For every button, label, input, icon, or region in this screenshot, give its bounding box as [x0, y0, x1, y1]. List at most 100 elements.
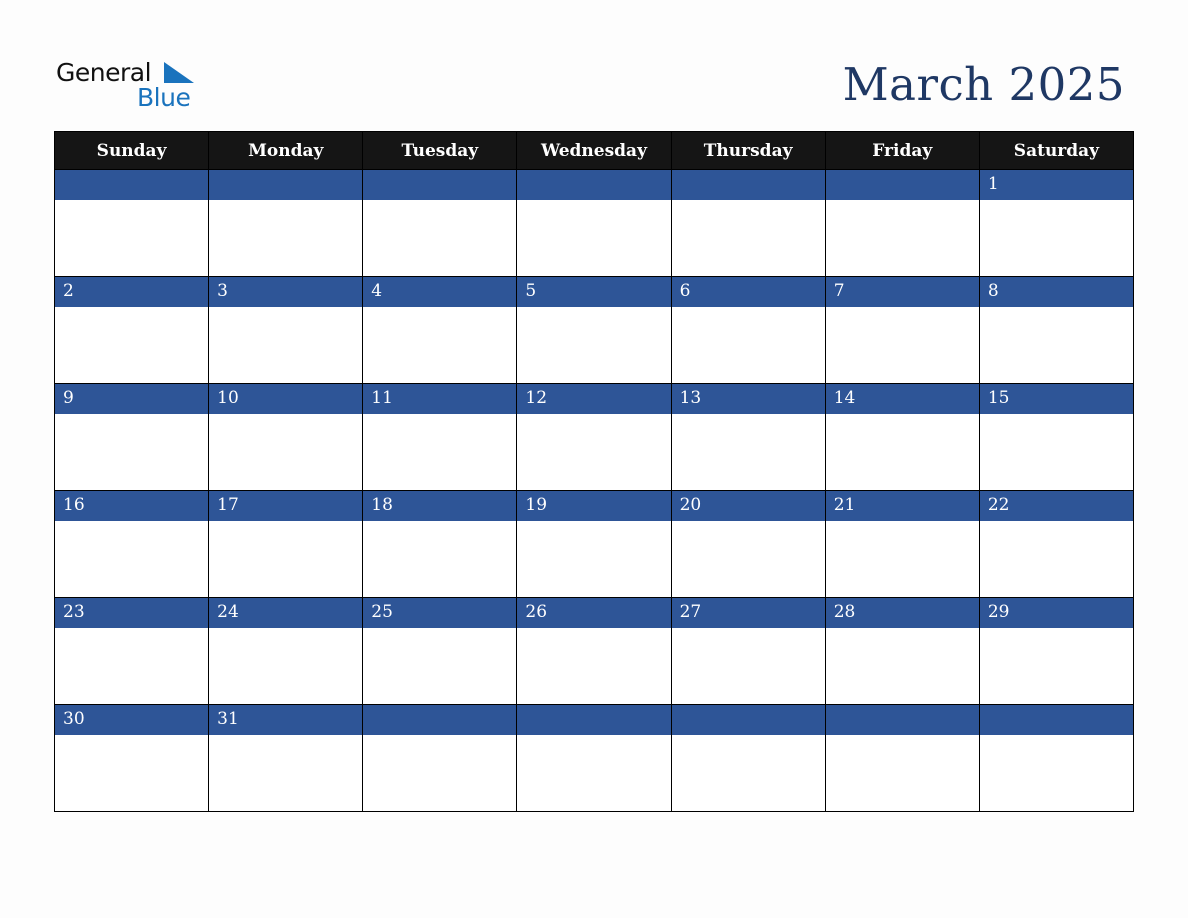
week-notes-row — [53, 735, 1135, 812]
week-date-band: 1 — [53, 169, 1135, 200]
triangle-flag-icon — [164, 62, 194, 83]
calendar-grid: Sunday Monday Tuesday Wednesday Thursday… — [53, 131, 1135, 812]
weekday-header: Monday — [208, 131, 364, 170]
day-number: 7 — [824, 276, 980, 307]
day-note-cell[interactable] — [208, 521, 364, 598]
day-note-cell[interactable] — [208, 735, 364, 812]
day-number: 26 — [516, 597, 672, 628]
day-number: 21 — [824, 490, 980, 521]
day-note-cell[interactable] — [516, 735, 672, 812]
day-number: 11 — [362, 383, 518, 414]
day-note-cell[interactable] — [53, 521, 210, 598]
day-note-cell[interactable] — [670, 414, 826, 491]
day-number: 29 — [978, 597, 1135, 628]
day-number: 17 — [208, 490, 364, 521]
day-note-cell[interactable] — [824, 735, 980, 812]
day-note-cell[interactable] — [978, 200, 1135, 277]
day-note-cell[interactable] — [516, 628, 672, 705]
day-note-cell[interactable] — [978, 628, 1135, 705]
day-number — [824, 169, 980, 200]
weekday-header: Saturday — [978, 131, 1135, 170]
week-date-band: 30 31 — [53, 704, 1135, 735]
day-number — [53, 169, 210, 200]
day-number — [516, 169, 672, 200]
day-number: 5 — [516, 276, 672, 307]
day-note-cell[interactable] — [670, 628, 826, 705]
weekday-header: Friday — [824, 131, 980, 170]
day-note-cell[interactable] — [670, 200, 826, 277]
day-number — [670, 169, 826, 200]
day-note-cell[interactable] — [824, 521, 980, 598]
weekday-header: Sunday — [53, 131, 210, 170]
weekday-header: Tuesday — [362, 131, 518, 170]
day-number: 4 — [362, 276, 518, 307]
weekday-header: Wednesday — [516, 131, 672, 170]
day-number: 30 — [53, 704, 210, 735]
day-number: 20 — [670, 490, 826, 521]
day-note-cell[interactable] — [978, 521, 1135, 598]
day-note-cell[interactable] — [53, 414, 210, 491]
day-note-cell[interactable] — [362, 521, 518, 598]
brand-logo: General Blue — [56, 58, 206, 113]
week-date-band: 23 24 25 26 27 28 29 — [53, 597, 1135, 628]
day-number: 28 — [824, 597, 980, 628]
day-note-cell[interactable] — [53, 628, 210, 705]
day-note-cell[interactable] — [824, 414, 980, 491]
day-number: 16 — [53, 490, 210, 521]
day-note-cell[interactable] — [53, 307, 210, 384]
day-note-cell[interactable] — [208, 628, 364, 705]
day-note-cell[interactable] — [53, 200, 210, 277]
week-notes-row — [53, 521, 1135, 598]
day-number: 10 — [208, 383, 364, 414]
day-number — [362, 169, 518, 200]
day-note-cell[interactable] — [516, 414, 672, 491]
day-note-cell[interactable] — [362, 307, 518, 384]
week-notes-row — [53, 200, 1135, 277]
day-note-cell[interactable] — [824, 628, 980, 705]
day-number: 23 — [53, 597, 210, 628]
day-number: 19 — [516, 490, 672, 521]
day-note-cell[interactable] — [670, 735, 826, 812]
day-number — [824, 704, 980, 735]
day-note-cell[interactable] — [824, 307, 980, 384]
day-note-cell[interactable] — [362, 414, 518, 491]
day-number — [978, 704, 1135, 735]
day-note-cell[interactable] — [208, 200, 364, 277]
day-number: 25 — [362, 597, 518, 628]
day-number: 6 — [670, 276, 826, 307]
week-notes-row — [53, 414, 1135, 491]
day-note-cell[interactable] — [53, 735, 210, 812]
day-number — [362, 704, 518, 735]
day-note-cell[interactable] — [362, 735, 518, 812]
day-note-cell[interactable] — [362, 628, 518, 705]
day-number: 31 — [208, 704, 364, 735]
day-note-cell[interactable] — [208, 414, 364, 491]
day-note-cell[interactable] — [516, 307, 672, 384]
weekday-header: Thursday — [670, 131, 826, 170]
day-note-cell[interactable] — [978, 735, 1135, 812]
day-note-cell[interactable] — [516, 521, 672, 598]
day-number — [516, 704, 672, 735]
week-notes-row — [53, 307, 1135, 384]
logo-text-blue: Blue — [137, 83, 191, 112]
day-number: 3 — [208, 276, 364, 307]
day-note-cell[interactable] — [670, 521, 826, 598]
weekday-header-row: Sunday Monday Tuesday Wednesday Thursday… — [53, 131, 1135, 170]
day-note-cell[interactable] — [362, 200, 518, 277]
day-note-cell[interactable] — [516, 200, 672, 277]
day-note-cell[interactable] — [670, 307, 826, 384]
week-date-band: 2345678 — [53, 276, 1135, 307]
day-note-cell[interactable] — [208, 307, 364, 384]
day-number: 18 — [362, 490, 518, 521]
week-notes-row — [53, 628, 1135, 705]
day-note-cell[interactable] — [824, 200, 980, 277]
day-number: 1 — [978, 169, 1135, 200]
day-number: 27 — [670, 597, 826, 628]
day-note-cell[interactable] — [978, 414, 1135, 491]
day-number: 24 — [208, 597, 364, 628]
day-note-cell[interactable] — [978, 307, 1135, 384]
week-date-band: 9 10 11 12 13 14 15 — [53, 383, 1135, 414]
calendar-title: March 2025 — [842, 58, 1125, 111]
week-date-band: 16 17 18 19 20 21 22 — [53, 490, 1135, 521]
day-number: 12 — [516, 383, 672, 414]
